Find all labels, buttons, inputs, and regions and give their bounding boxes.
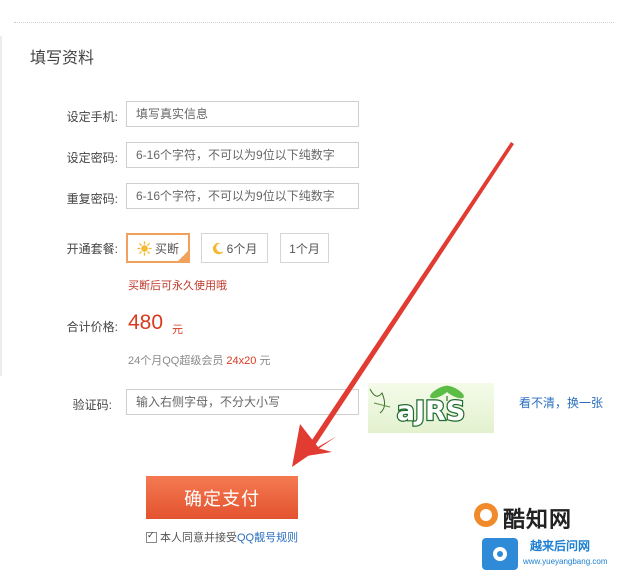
watermark-url: www.yueyangbang.com — [523, 557, 608, 566]
arrow-annotation — [292, 142, 514, 467]
watermark-sub: 越来后问网 — [530, 539, 591, 553]
watermark-name: 酷知网 — [503, 507, 573, 532]
